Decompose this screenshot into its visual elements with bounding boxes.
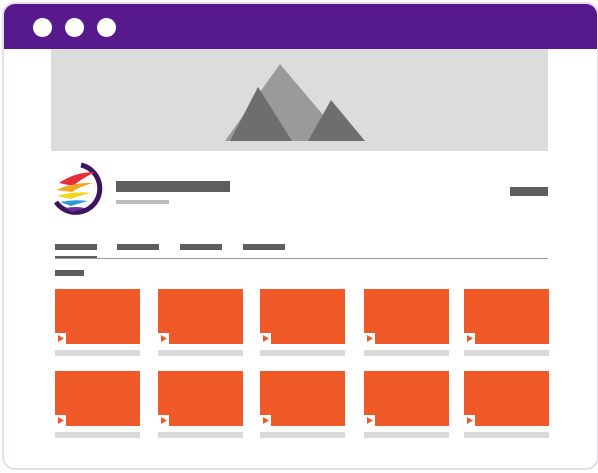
play-icon[interactable] (158, 415, 169, 426)
video-title[interactable] (364, 350, 449, 356)
play-icon[interactable] (158, 333, 169, 344)
tab-1[interactable] (55, 244, 97, 250)
play-icon[interactable] (260, 415, 271, 426)
video-thumbnail[interactable] (364, 289, 449, 344)
video-card[interactable] (55, 289, 140, 359)
video-card[interactable] (260, 289, 345, 359)
window-dot-3[interactable] (97, 18, 116, 37)
tab-4[interactable] (243, 244, 285, 250)
play-icon[interactable] (464, 415, 475, 426)
tabs-divider (55, 258, 548, 259)
window-titlebar (4, 4, 597, 49)
play-icon[interactable] (464, 333, 475, 344)
tab-3[interactable] (180, 244, 222, 250)
section-title (55, 270, 84, 276)
play-icon[interactable] (364, 415, 375, 426)
video-title[interactable] (464, 350, 549, 356)
channel-subtitle (116, 200, 169, 204)
video-thumbnail[interactable] (55, 289, 140, 344)
video-title[interactable] (55, 432, 140, 438)
video-card[interactable] (55, 371, 140, 441)
play-icon[interactable] (260, 333, 271, 344)
video-title[interactable] (364, 432, 449, 438)
video-card[interactable] (260, 371, 345, 441)
channel-avatar[interactable] (51, 162, 104, 215)
tab-2[interactable] (117, 244, 159, 250)
video-card[interactable] (464, 289, 549, 359)
window-dot-1[interactable] (33, 18, 52, 37)
video-thumbnail[interactable] (158, 371, 243, 426)
video-thumbnail[interactable] (260, 289, 345, 344)
channel-logo-icon (52, 162, 103, 215)
video-card[interactable] (464, 371, 549, 441)
video-title[interactable] (464, 432, 549, 438)
video-card[interactable] (158, 289, 243, 359)
video-thumbnail[interactable] (464, 371, 549, 426)
video-title[interactable] (158, 350, 243, 356)
channel-name (116, 181, 230, 192)
video-card[interactable] (158, 371, 243, 441)
video-card[interactable] (364, 371, 449, 441)
window-dot-2[interactable] (65, 18, 84, 37)
play-icon[interactable] (55, 333, 66, 344)
video-title[interactable] (158, 432, 243, 438)
play-icon[interactable] (55, 415, 66, 426)
channel-banner (51, 49, 548, 151)
video-title[interactable] (55, 350, 140, 356)
video-thumbnail[interactable] (464, 289, 549, 344)
video-title[interactable] (260, 432, 345, 438)
subscribe-button[interactable] (510, 187, 548, 196)
video-thumbnail[interactable] (158, 289, 243, 344)
play-icon[interactable] (364, 333, 375, 344)
video-thumbnail[interactable] (260, 371, 345, 426)
mountain-landscape-icon (225, 64, 365, 141)
video-thumbnail[interactable] (55, 371, 140, 426)
video-card[interactable] (364, 289, 449, 359)
video-title[interactable] (260, 350, 345, 356)
video-thumbnail[interactable] (364, 371, 449, 426)
